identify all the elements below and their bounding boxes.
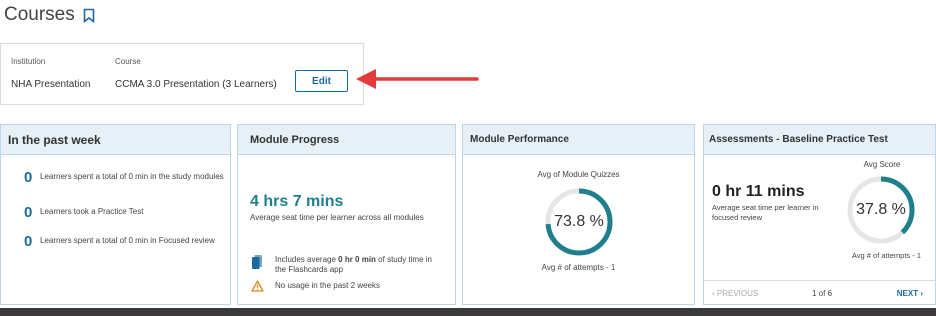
- avg-score-label: Avg Score: [863, 160, 901, 169]
- assessments-time: 0 hr 11 mins: [712, 183, 805, 200]
- stat-text: Learners spent a total of 0 min in Focus…: [40, 236, 215, 245]
- module-progress-title: Module Progress: [238, 125, 455, 155]
- chevron-right-icon: ›: [920, 289, 923, 298]
- edit-button[interactable]: Edit: [295, 70, 348, 92]
- institution-value: NHA Presentation: [11, 79, 91, 90]
- module-progress-card: Module Progress 4 hrs 7 mins Average sea…: [237, 124, 456, 305]
- page-title: Courses: [4, 4, 95, 26]
- bookmark-icon[interactable]: [83, 8, 95, 23]
- assessments-title: Assessments - Baseline Practice Test: [704, 125, 935, 155]
- stat-row: 0 Learners spent a total of 0 min in Foc…: [24, 234, 226, 249]
- stat-text: Learners took a Practice Test: [40, 207, 144, 216]
- page-title-text: Courses: [4, 4, 75, 25]
- module-performance-title: Module Performance: [463, 125, 694, 155]
- bottom-bar: [0, 308, 936, 316]
- stat-row: 0 Learners took a Practice Test: [24, 205, 226, 220]
- stat-text: Learners spent a total of 0 min in the s…: [40, 172, 224, 181]
- module-performance-card: Module Performance Avg of Module Quizzes…: [462, 124, 695, 305]
- stat-count: 0: [24, 233, 33, 250]
- institution-label: Institution: [11, 57, 46, 66]
- module-progress-subtitle: Average seat time per learner across all…: [250, 213, 424, 222]
- previous-button[interactable]: ‹ PREVIOUS: [712, 289, 758, 298]
- module-attempts: Avg # of attempts - 1: [541, 263, 616, 272]
- module-progress-time: 4 hrs 7 mins: [250, 193, 344, 210]
- course-label: Course: [115, 57, 141, 66]
- avg-score-value: 37.8 %: [856, 201, 906, 218]
- past-week-card: In the past week 0 Learners spent a tota…: [0, 124, 231, 305]
- assessment-attempts: Avg # of attempts - 1: [851, 251, 921, 260]
- page-indicator: 1 of 6: [812, 289, 833, 298]
- flashcards-time: 0 hr 0 min: [338, 255, 376, 264]
- module-quizzes-label: Avg of Module Quizzes: [537, 170, 620, 179]
- assessment-pager: ‹ PREVIOUS 1 of 6 NEXT ›: [704, 280, 935, 304]
- annotation-arrow-icon: [356, 69, 479, 89]
- stat-row: 0 Learners spent a total of 0 min in the…: [24, 170, 226, 185]
- assessments-card: Assessments - Baseline Practice Test 0 h…: [703, 124, 936, 305]
- stat-count: 0: [24, 169, 33, 186]
- next-button[interactable]: NEXT ›: [897, 289, 923, 298]
- module-quizzes-value: 73.8 %: [554, 213, 604, 230]
- course-selector: Institution Course NHA Presentation CCMA…: [0, 43, 364, 105]
- stat-count: 0: [24, 204, 33, 221]
- warning-icon: [251, 279, 264, 297]
- flashcards-text: Includes average 0 hr 0 min of study tim…: [275, 255, 432, 274]
- course-value: CCMA 3.0 Presentation (3 Learners): [115, 79, 277, 90]
- assessments-subtitle: Average seat time per learner in focused…: [712, 203, 819, 222]
- warning-text: No usage in the past 2 weeks: [275, 281, 380, 290]
- past-week-title: In the past week: [1, 125, 230, 155]
- flashcards-icon: [251, 254, 263, 275]
